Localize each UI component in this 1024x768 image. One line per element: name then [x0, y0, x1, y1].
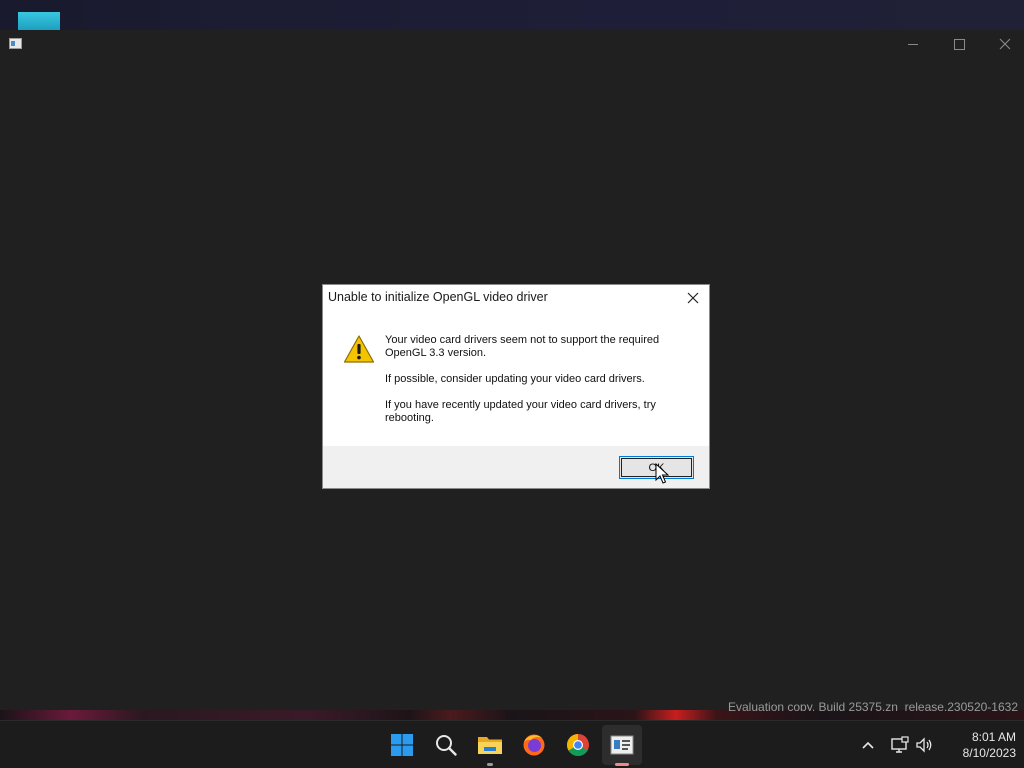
- dialog-footer: OK: [323, 446, 709, 488]
- taskbar: 8:01 AM 8/10/2023: [0, 720, 1024, 768]
- dialog-message-line: If possible, consider updating your vide…: [385, 373, 645, 385]
- firefox-icon: [523, 734, 545, 756]
- file-explorer-icon: [478, 737, 502, 754]
- maximize-icon: [953, 38, 965, 50]
- clock[interactable]: 8:01 AM 8/10/2023: [940, 729, 1016, 761]
- dialog-close-button[interactable]: [681, 289, 705, 307]
- maximize-button[interactable]: [936, 30, 982, 58]
- dialog-body: Your video card drivers seem not to supp…: [323, 313, 709, 446]
- app-taskbar-button[interactable]: [602, 725, 642, 766]
- volume-icon[interactable]: [914, 735, 934, 755]
- running-indicator: [487, 763, 493, 766]
- warning-icon: [343, 335, 375, 363]
- dialog-title: Unable to initialize OpenGL video driver: [328, 290, 548, 304]
- mouse-cursor-icon: [655, 463, 669, 484]
- chrome-button[interactable]: [558, 725, 598, 765]
- app-window-icon: [610, 735, 634, 755]
- clock-time: 8:01 AM: [971, 730, 1016, 744]
- chrome-icon: [567, 734, 589, 756]
- close-icon: [999, 38, 1011, 50]
- firefox-button[interactable]: [514, 725, 554, 765]
- minimize-button[interactable]: [890, 30, 936, 58]
- desktop-thumbnail: [18, 12, 60, 30]
- close-icon: [687, 292, 699, 304]
- active-indicator: [615, 763, 629, 766]
- dialog-message-line: If you have recently updated your video …: [385, 399, 656, 424]
- app-icon: [9, 38, 22, 49]
- chevron-up-icon[interactable]: [858, 735, 878, 755]
- close-button[interactable]: [982, 30, 1024, 58]
- wallpaper-strip: [0, 710, 1024, 720]
- error-dialog: Unable to initialize OpenGL video driver…: [322, 284, 710, 489]
- file-explorer-button[interactable]: [470, 725, 510, 766]
- evaluation-watermark: Evaluation copy. Build 25375.zn_release.…: [728, 700, 1018, 711]
- clock-date: 8/10/2023: [962, 746, 1016, 760]
- search-icon: [436, 735, 457, 756]
- search-button[interactable]: [426, 725, 466, 765]
- desktop-background: [0, 0, 1024, 30]
- windows-start-icon: [391, 734, 413, 756]
- dialog-message-line: Your video card drivers seem not to supp…: [385, 334, 660, 359]
- minimize-icon: [908, 43, 918, 45]
- network-icon[interactable]: [890, 735, 910, 755]
- app-titlebar[interactable]: [0, 30, 1024, 58]
- start-button[interactable]: [382, 725, 422, 765]
